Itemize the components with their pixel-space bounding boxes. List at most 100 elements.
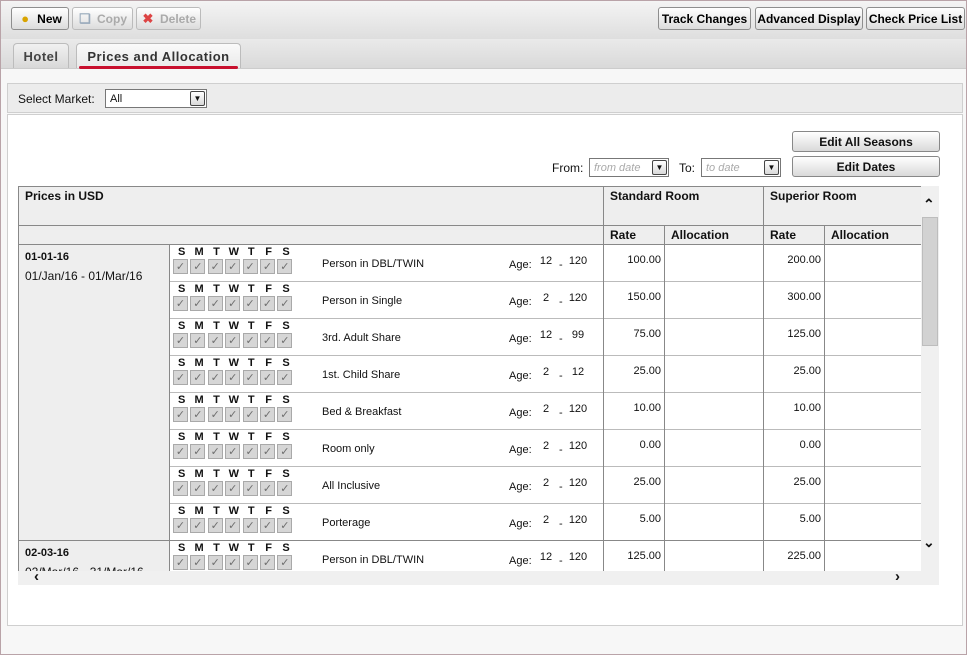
- weekday-checkbox[interactable]: ✓: [259, 481, 275, 496]
- weekday-checkbox[interactable]: ✓: [173, 259, 188, 274]
- new-button[interactable]: ● New: [11, 7, 69, 30]
- superior-rate-cell[interactable]: [763, 504, 824, 540]
- weekday-checkbox[interactable]: ✓: [242, 370, 258, 385]
- standard-rate-cell[interactable]: [603, 393, 664, 429]
- weekday-checkbox[interactable]: ✓: [207, 481, 223, 496]
- weekday-checkbox[interactable]: ✓: [242, 259, 258, 274]
- vertical-scrollbar[interactable]: ⌃ ⌄: [921, 186, 939, 571]
- standard-allocation-cell[interactable]: [664, 504, 763, 540]
- standard-allocation-cell[interactable]: [664, 393, 763, 429]
- weekday-checkbox[interactable]: ✓: [277, 518, 293, 533]
- weekday-checkbox[interactable]: ✓: [173, 555, 188, 570]
- weekday-checkbox[interactable]: ✓: [225, 555, 241, 570]
- superior-rate-cell[interactable]: [763, 430, 824, 466]
- superior-allocation-cell[interactable]: [824, 541, 921, 571]
- chevron-down-icon[interactable]: ⌄: [923, 534, 935, 551]
- weekday-checkbox[interactable]: ✓: [190, 444, 206, 459]
- weekday-checkbox[interactable]: ✓: [173, 370, 188, 385]
- tab-hotel[interactable]: Hotel: [13, 43, 69, 68]
- weekday-checkbox[interactable]: ✓: [190, 481, 206, 496]
- weekday-checkbox[interactable]: ✓: [225, 518, 241, 533]
- weekday-checkbox[interactable]: ✓: [259, 444, 275, 459]
- standard-rate-cell[interactable]: [603, 467, 664, 503]
- standard-allocation-cell[interactable]: [664, 319, 763, 355]
- superior-allocation-cell[interactable]: [824, 504, 921, 540]
- weekday-checkbox[interactable]: ✓: [190, 555, 206, 570]
- superior-allocation-cell[interactable]: [824, 393, 921, 429]
- weekday-checkbox[interactable]: ✓: [277, 407, 293, 422]
- standard-rate-cell[interactable]: [603, 245, 664, 281]
- check-price-list-button[interactable]: Check Price List: [866, 7, 965, 30]
- weekday-checkbox[interactable]: ✓: [225, 370, 241, 385]
- weekday-checkbox[interactable]: ✓: [190, 518, 206, 533]
- weekday-checkbox[interactable]: ✓: [225, 407, 241, 422]
- superior-allocation-cell[interactable]: [824, 282, 921, 318]
- standard-allocation-cell[interactable]: [664, 430, 763, 466]
- weekday-checkbox[interactable]: ✓: [259, 333, 275, 348]
- standard-allocation-cell[interactable]: [664, 245, 763, 281]
- weekday-checkbox[interactable]: ✓: [225, 444, 241, 459]
- weekday-checkbox[interactable]: ✓: [207, 518, 223, 533]
- standard-rate-cell[interactable]: [603, 504, 664, 540]
- weekday-checkbox[interactable]: ✓: [207, 555, 223, 570]
- weekday-checkbox[interactable]: ✓: [225, 481, 241, 496]
- weekday-checkbox[interactable]: ✓: [225, 259, 241, 274]
- weekday-checkbox[interactable]: ✓: [173, 296, 188, 311]
- weekday-checkbox[interactable]: ✓: [242, 518, 258, 533]
- weekday-checkbox[interactable]: ✓: [277, 444, 293, 459]
- weekday-checkbox[interactable]: ✓: [242, 407, 258, 422]
- weekday-checkbox[interactable]: ✓: [225, 296, 241, 311]
- weekday-checkbox[interactable]: ✓: [277, 555, 293, 570]
- horizontal-scrollbar[interactable]: ‹ ›: [18, 568, 939, 585]
- weekday-checkbox[interactable]: ✓: [277, 481, 293, 496]
- weekday-checkbox[interactable]: ✓: [259, 296, 275, 311]
- weekday-checkbox[interactable]: ✓: [207, 259, 223, 274]
- superior-rate-cell[interactable]: [763, 282, 824, 318]
- weekday-checkbox[interactable]: ✓: [173, 407, 188, 422]
- superior-allocation-cell[interactable]: [824, 319, 921, 355]
- weekday-checkbox[interactable]: ✓: [242, 444, 258, 459]
- superior-allocation-cell[interactable]: [824, 245, 921, 281]
- standard-rate-cell[interactable]: [603, 356, 664, 392]
- advanced-display-button[interactable]: Advanced Display: [755, 7, 863, 30]
- edit-all-seasons-button[interactable]: Edit All Seasons: [792, 131, 940, 152]
- market-select[interactable]: All ▼: [105, 89, 207, 108]
- weekday-checkbox[interactable]: ✓: [259, 518, 275, 533]
- weekday-checkbox[interactable]: ✓: [242, 555, 258, 570]
- weekday-checkbox[interactable]: ✓: [242, 333, 258, 348]
- superior-rate-cell[interactable]: [763, 319, 824, 355]
- weekday-checkbox[interactable]: ✓: [259, 555, 275, 570]
- weekday-checkbox[interactable]: ✓: [242, 481, 258, 496]
- standard-allocation-cell[interactable]: [664, 467, 763, 503]
- weekday-checkbox[interactable]: ✓: [190, 296, 206, 311]
- superior-allocation-cell[interactable]: [824, 356, 921, 392]
- weekday-checkbox[interactable]: ✓: [225, 333, 241, 348]
- weekday-checkbox[interactable]: ✓: [207, 444, 223, 459]
- weekday-checkbox[interactable]: ✓: [173, 333, 188, 348]
- superior-rate-cell[interactable]: [763, 393, 824, 429]
- chevron-up-icon[interactable]: ⌃: [923, 196, 935, 213]
- weekday-checkbox[interactable]: ✓: [259, 259, 275, 274]
- weekday-checkbox[interactable]: ✓: [277, 333, 293, 348]
- superior-rate-cell[interactable]: [763, 541, 824, 571]
- weekday-checkbox[interactable]: ✓: [173, 444, 188, 459]
- standard-rate-cell[interactable]: [603, 541, 664, 571]
- weekday-checkbox[interactable]: ✓: [190, 370, 206, 385]
- standard-allocation-cell[interactable]: [664, 541, 763, 571]
- weekday-checkbox[interactable]: ✓: [207, 407, 223, 422]
- weekday-checkbox[interactable]: ✓: [173, 518, 188, 533]
- copy-button[interactable]: ❏ Copy: [72, 7, 133, 30]
- superior-rate-cell[interactable]: [763, 356, 824, 392]
- weekday-checkbox[interactable]: ✓: [207, 333, 223, 348]
- weekday-checkbox[interactable]: ✓: [259, 407, 275, 422]
- edit-dates-button[interactable]: Edit Dates: [792, 156, 940, 177]
- superior-allocation-cell[interactable]: [824, 430, 921, 466]
- superior-rate-cell[interactable]: [763, 245, 824, 281]
- weekday-checkbox[interactable]: ✓: [190, 407, 206, 422]
- standard-rate-cell[interactable]: [603, 282, 664, 318]
- tab-prices-and-allocation[interactable]: Prices and Allocation: [76, 43, 241, 69]
- chevron-right-icon[interactable]: ›: [895, 568, 900, 585]
- superior-allocation-cell[interactable]: [824, 467, 921, 503]
- from-date-select[interactable]: from date ▼: [589, 158, 669, 177]
- weekday-checkbox[interactable]: ✓: [207, 296, 223, 311]
